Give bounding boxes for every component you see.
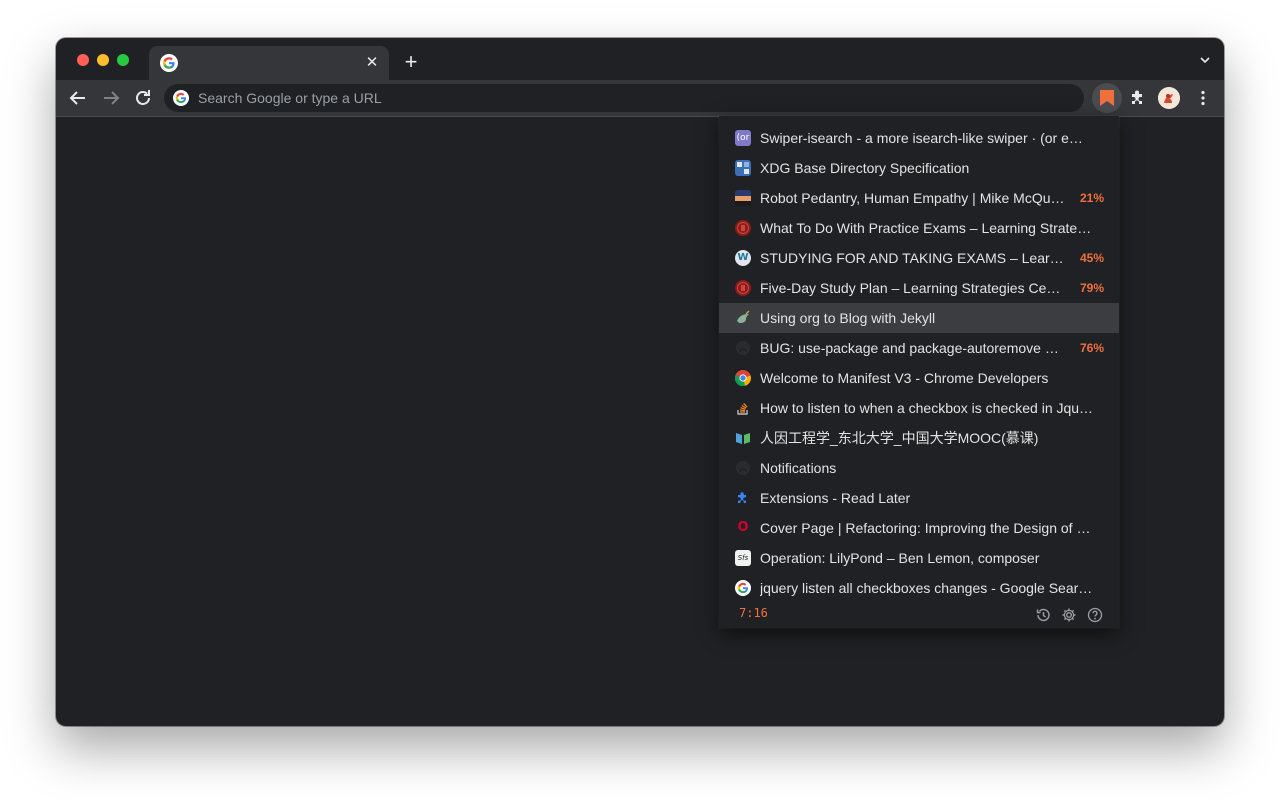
read-progress-percent: 76% (1079, 341, 1104, 355)
read-progress-percent: 45% (1079, 251, 1104, 265)
omnibox[interactable] (164, 84, 1084, 112)
list-item[interactable]: Five-Day Study Plan – Learning Strategie… (719, 273, 1119, 303)
profile-avatar-icon (1158, 87, 1180, 109)
read-progress-percent: 79% (1079, 281, 1104, 295)
github-icon (735, 340, 751, 356)
item-title: jquery listen all checkboxes changes - G… (760, 580, 1093, 596)
wordpress-icon: W (735, 250, 751, 266)
back-arrow-icon[interactable] (66, 86, 90, 110)
close-window-button[interactable] (77, 54, 89, 66)
list-item[interactable]: O Cover Page | Refactoring: Improving the… (719, 513, 1119, 543)
item-title: 人因工程学_东北大学_中国大学MOOC(慕课) (760, 430, 1039, 446)
list-item[interactable]: (or Swiper-isearch - a more isearch-like … (719, 123, 1119, 153)
google-icon (173, 90, 189, 106)
sfs-icon: Sfs (735, 550, 751, 566)
oreilly-icon: O (737, 520, 749, 535)
reload-icon[interactable] (131, 86, 155, 110)
item-title: What To Do With Practice Exams – Learnin… (760, 220, 1092, 236)
minimize-window-button[interactable] (97, 54, 109, 66)
item-title: Swiper-isearch - a more isearch-like swi… (760, 130, 1083, 146)
new-tab-button[interactable]: + (400, 51, 422, 73)
list-item[interactable]: XDG Base Directory Specification (719, 153, 1119, 183)
github-icon (735, 460, 751, 476)
history-icon[interactable] (1035, 607, 1051, 623)
extensions-puzzle-icon[interactable] (1128, 88, 1148, 108)
item-title: How to listen to when a checkbox is chec… (760, 400, 1094, 416)
list-item[interactable]: Notifications (719, 453, 1119, 483)
bookmark-icon (1100, 90, 1114, 106)
unicorn-icon (735, 310, 751, 326)
elapsed-timer: 7:16 (739, 606, 768, 620)
read-later-extension-button[interactable] (1092, 83, 1122, 113)
org-icon: (or (735, 130, 751, 146)
university-seal-icon (735, 280, 751, 296)
google-icon (735, 580, 751, 596)
item-title: Notifications (760, 460, 837, 476)
list-item[interactable]: 人因工程学_东北大学_中国大学MOOC(慕课) (719, 423, 1119, 453)
list-item[interactable]: What To Do With Practice Exams – Learnin… (719, 213, 1119, 243)
tab-strip: ✕ + (56, 38, 1224, 80)
read-later-list: (or Swiper-isearch - a more isearch-like … (719, 123, 1119, 603)
stackoverflow-icon (735, 400, 751, 416)
university-seal-icon (735, 220, 751, 236)
tab-close-button[interactable]: ✕ (363, 54, 381, 72)
avatar[interactable] (1158, 87, 1180, 109)
item-title: Five-Day Study Plan – Learning Strategie… (760, 280, 1067, 296)
search-input[interactable] (198, 84, 1058, 112)
help-icon[interactable] (1087, 607, 1103, 623)
google-icon (160, 54, 178, 72)
list-item[interactable]: How to listen to when a checkbox is chec… (719, 393, 1119, 423)
item-title: Operation: LilyPond – Ben Lemon, compose… (760, 550, 1040, 566)
list-item[interactable]: BUG: use-package and package-autoremove … (719, 333, 1119, 363)
item-title: STUDYING FOR AND TAKING EXAMS – Learni… (760, 250, 1067, 266)
item-title: Using org to Blog with Jekyll (760, 310, 936, 326)
list-item[interactable]: Welcome to Manifest V3 - Chrome Develope… (719, 363, 1119, 393)
list-item[interactable]: jquery listen all checkboxes changes - G… (719, 573, 1119, 603)
item-title: BUG: use-package and package-autoremove … (760, 340, 1059, 356)
list-item[interactable]: Sfs Operation: LilyPond – Ben Lemon, comp… (719, 543, 1119, 573)
item-title: Extensions - Read Later (760, 490, 911, 506)
item-title: XDG Base Directory Specification (760, 160, 970, 176)
kebab-menu-icon[interactable] (1193, 88, 1213, 108)
item-title: Welcome to Manifest V3 - Chrome Develope… (760, 370, 1049, 386)
browser-window: ✕ + Search Google or type a URL (or Swip… (56, 38, 1224, 726)
list-item[interactable]: Robot Pedantry, Human Empathy | Mike McQ… (719, 183, 1119, 213)
list-item[interactable]: Extensions - Read Later (719, 483, 1119, 513)
list-item[interactable]: W STUDYING FOR AND TAKING EXAMS – Learni…… (719, 243, 1119, 273)
puzzle-icon (735, 490, 751, 506)
tab-new-tab[interactable]: ✕ (149, 46, 389, 80)
freedesktop-icon (735, 160, 751, 176)
chevron-down-icon[interactable] (1198, 53, 1212, 67)
popup-footer: 7:16 (719, 604, 1119, 628)
item-title: Cover Page | Refactoring: Improving the … (760, 520, 1091, 536)
chrome-icon (735, 370, 751, 386)
read-progress-percent: 21% (1079, 191, 1104, 205)
list-item[interactable]: Using org to Blog with Jekyll (719, 303, 1119, 333)
read-later-popup: (or Swiper-isearch - a more isearch-like … (719, 116, 1119, 628)
zoom-window-button[interactable] (117, 54, 129, 66)
gear-icon[interactable] (1061, 607, 1077, 623)
mooc-icon (735, 430, 751, 446)
item-title: Robot Pedantry, Human Empathy | Mike McQ… (760, 190, 1065, 206)
forward-arrow-icon[interactable] (99, 86, 123, 110)
sunset-icon (735, 190, 751, 206)
toolbar (56, 80, 1224, 117)
